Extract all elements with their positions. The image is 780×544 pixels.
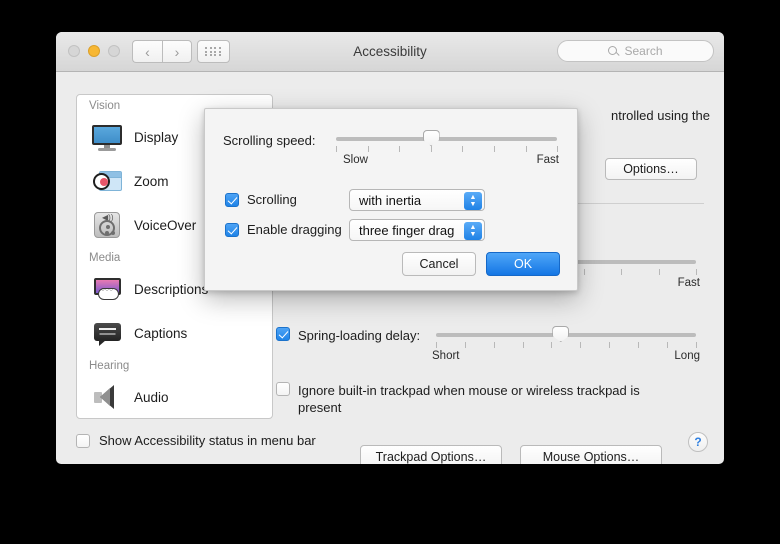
enable-dragging-checkbox[interactable] [225,222,239,237]
help-button[interactable]: ? [688,432,708,452]
scrolling-mode-value: with inertia [359,192,422,208]
show-status-checkbox-row[interactable]: Show Accessibility status in menu bar [76,433,316,448]
slider-thumb[interactable] [422,130,440,146]
mouse-options-button[interactable]: Mouse Options… [520,445,662,464]
voiceover-icon: ◀)) [91,209,123,241]
pane-options-buttons: Trackpad Options… Mouse Options… [360,445,662,464]
dragging-mode-select[interactable]: three finger drag ▲ ▼ [349,219,485,241]
chevron-up-down-icon[interactable]: ▲ ▼ [464,221,482,240]
slider-thumb[interactable] [552,326,570,342]
sidebar-item-label: VoiceOver [134,217,197,233]
display-icon [91,121,123,153]
audio-icon [91,381,123,413]
ignore-trackpad-label: Ignore built-in trackpad when mouse or w… [298,383,640,415]
sidebar-item-captions[interactable]: Captions [77,311,272,355]
slider-min-label: Short [432,350,460,362]
options-button[interactable]: Options… [605,158,697,180]
scrolling-label: Scrolling [247,192,297,207]
zoom-icon [91,165,123,197]
slider-max-label: Long [674,350,700,362]
sidebar-item-audio[interactable]: Audio [77,375,272,418]
show-status-checkbox[interactable] [76,433,90,448]
cancel-button[interactable]: Cancel [402,252,476,276]
ignore-trackpad-checkbox-row[interactable]: Ignore built-in trackpad when mouse or w… [276,382,670,416]
chevron-up-down-icon[interactable]: ▲ ▼ [464,191,482,210]
scrolling-speed-label: Scrolling speed: [223,133,316,148]
sidebar-group-hearing: Hearing [89,360,130,372]
spring-loading-checkbox-row[interactable]: Spring-loading delay: [276,327,420,344]
enable-dragging-label: Enable dragging [247,222,342,237]
window-body: Vision Display Zoom ◀)) VoiceOver Media … [56,72,724,464]
window-titlebar: ‹ › Accessibility Search [56,32,724,72]
sidebar-item-label: Descriptions [134,281,209,297]
scrolling-checkbox[interactable] [225,192,239,207]
sidebar-item-label: Audio [134,389,169,405]
ignore-trackpad-checkbox[interactable] [276,382,290,396]
spring-loading-checkbox[interactable] [276,327,290,341]
slider-max-label: Fast [677,277,700,289]
sidebar-item-label: Captions [134,325,188,341]
system-preferences-window: ‹ › Accessibility Search Vision Display [56,32,724,464]
descriptions-icon [91,273,123,305]
captions-icon [91,317,123,349]
enable-dragging-checkbox-row[interactable]: Enable dragging [225,221,342,238]
spring-loading-slider[interactable]: Short Long [432,326,700,369]
scrolling-options-dialog: Scrolling speed: Slow Fast Scrolling wit… [204,108,578,291]
sidebar-item-label: Zoom [134,173,169,189]
sidebar-item-label: Display [134,129,179,145]
show-status-label: Show Accessibility status in menu bar [99,433,316,448]
search-input[interactable]: Search [557,40,714,62]
scrolling-speed-slider[interactable]: Slow Fast [336,130,559,175]
slider-ticks [336,146,558,152]
slider-track [336,137,557,141]
ok-button[interactable]: OK [486,252,560,276]
slider-min-label: Slow [343,154,368,166]
slider-ticks [436,342,697,348]
search-placeholder: Search [624,44,663,58]
dialog-button-group: Cancel OK [402,252,560,276]
trackpad-options-button[interactable]: Trackpad Options… [360,445,502,464]
scrolling-mode-select[interactable]: with inertia ▲ ▼ [349,189,485,211]
scrolling-checkbox-row[interactable]: Scrolling [225,191,297,208]
search-icon [608,45,619,57]
dragging-mode-value: three finger drag [359,222,455,238]
spring-loading-label: Spring-loading delay: [298,328,421,343]
slider-max-label: Fast [536,154,559,166]
